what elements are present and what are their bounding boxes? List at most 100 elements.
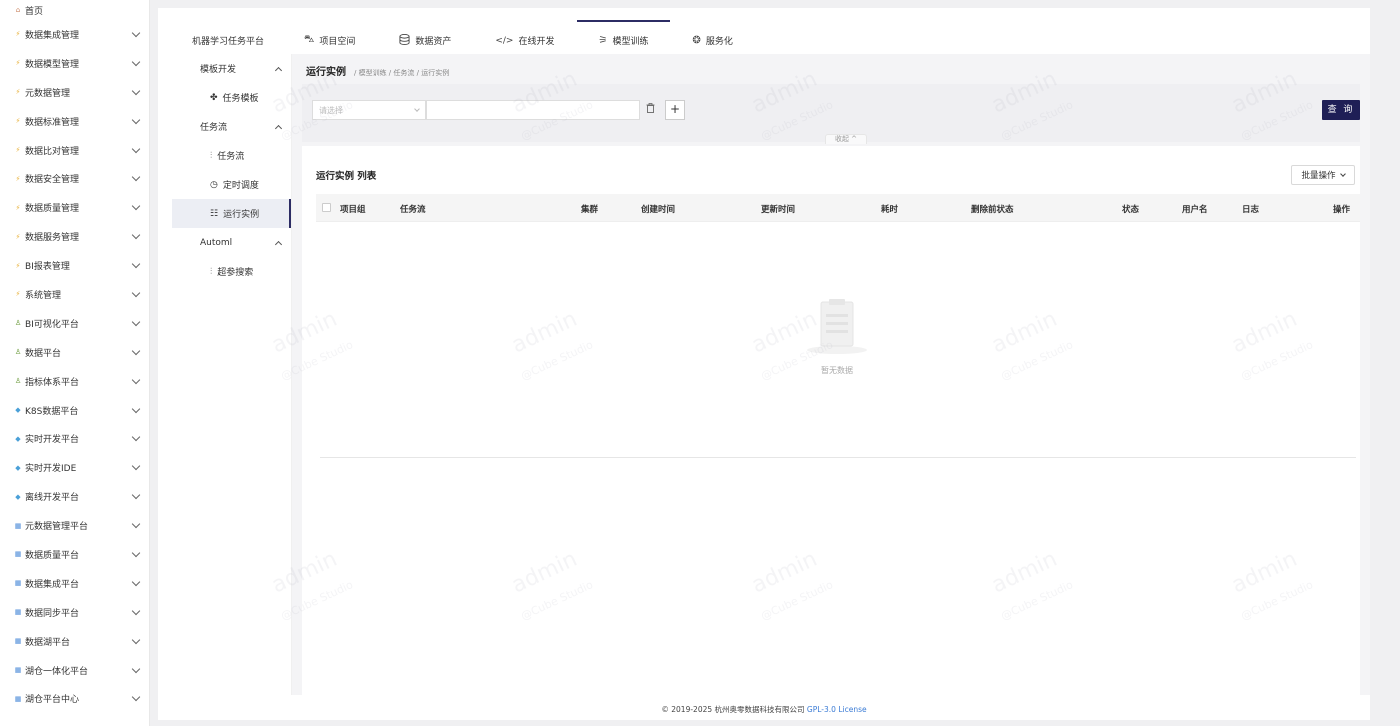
add-filter-button[interactable]: +: [665, 100, 685, 120]
chevron-down-icon[interactable]: [131, 577, 141, 587]
select-all-checkbox[interactable]: [322, 203, 331, 212]
sidebar-item-label: 湖仓平台中心: [25, 695, 80, 706]
sidebar-item[interactable]: ⚡ 数据集成管理: [0, 20, 149, 49]
chevron-down-icon[interactable]: [131, 115, 141, 124]
chevron-down-icon: [1339, 170, 1346, 177]
sidebar-item[interactable]: ♙ 数据平台: [0, 338, 149, 367]
submenu-item-hyperparam[interactable]: ⫶ 超参搜索: [172, 257, 291, 286]
chevron-down-icon[interactable]: [131, 144, 141, 153]
column-header[interactable]: 项目组: [340, 203, 366, 215]
column-header[interactable]: 任务流: [400, 203, 426, 215]
chevron-down-icon[interactable]: [131, 230, 141, 240]
chevron-down-icon[interactable]: [131, 288, 141, 298]
sidebar-item[interactable]: ▦ 数据湖平台: [0, 627, 149, 656]
chevron-down-icon[interactable]: [131, 57, 141, 67]
column-header[interactable]: 日志: [1242, 203, 1259, 215]
sidebar-item-content: ▦ 数据湖平台: [14, 635, 70, 648]
chevron-down-icon[interactable]: [131, 173, 141, 182]
bolt-icon: ⚡: [15, 88, 21, 97]
sidebar-item-content: ◆ 离线开发平台: [14, 490, 79, 504]
submenu-item-task-template[interactable]: ✤ 任务模板: [172, 83, 291, 112]
sidebar-item[interactable]: ⚡ 数据服务管理: [0, 222, 149, 251]
sidebar-item[interactable]: ⚡ 数据比对管理: [0, 136, 149, 165]
chevron-down-icon[interactable]: [131, 693, 141, 702]
submenu-item-workflow[interactable]: ⫶ 任务流: [172, 141, 291, 170]
submenu-group-workflow[interactable]: 任务流: [172, 112, 291, 141]
platform-title[interactable]: 机器学习任务平台: [172, 34, 282, 47]
home-icon: ⌂: [15, 6, 21, 14]
sidebar-item-content: ⚡ 数据标准管理: [14, 115, 79, 128]
grid-icon: ▦: [14, 608, 22, 617]
trash-icon[interactable]: [646, 103, 655, 116]
chevron-down-icon[interactable]: [131, 346, 141, 355]
chevron-down-icon[interactable]: [131, 404, 141, 413]
chevron-down-icon[interactable]: [131, 317, 141, 327]
column-header[interactable]: 状态: [1122, 203, 1139, 215]
chevron-down-icon[interactable]: [131, 86, 141, 95]
sidebar-item[interactable]: ♙ BI可视化平台: [0, 309, 149, 338]
license-link[interactable]: GPL-3.0 License: [807, 705, 867, 714]
submenu-item-run-instance[interactable]: ☷ 运行实例: [172, 199, 291, 228]
filter-input[interactable]: [426, 100, 640, 120]
column-header[interactable]: 用户名: [1182, 203, 1208, 215]
divider: [320, 457, 1356, 458]
chevron-down-icon[interactable]: [131, 259, 141, 269]
sidebar-item[interactable]: ▦ 元数据管理平台: [0, 511, 149, 540]
filter-select[interactable]: 请选择: [312, 100, 426, 120]
column-header[interactable]: 集群: [581, 203, 598, 215]
chevron-down-icon[interactable]: [131, 375, 141, 384]
column-header[interactable]: 操作: [1333, 203, 1350, 215]
sidebar-item[interactable]: ⚡ 元数据管理: [0, 78, 149, 107]
chevron-down-icon[interactable]: [131, 519, 141, 529]
sidebar-item[interactable]: ◆ K8S数据平台: [0, 396, 149, 425]
sidebar-item-label: 数据质量管理: [25, 204, 80, 215]
grid-icon: ▦: [14, 579, 22, 588]
collapse-toggle[interactable]: 收起 ^: [825, 134, 867, 144]
sidebar-item-content: ⚡ 数据质量管理: [14, 201, 80, 215]
batch-operation-button[interactable]: 批量操作: [1291, 165, 1355, 185]
submenu-group-automl[interactable]: Automl: [172, 228, 291, 257]
sidebar-item-label: 实时开发IDE: [25, 464, 77, 475]
sidebar-item[interactable]: ▦ 数据集成平台: [0, 569, 149, 598]
column-header[interactable]: 创建时间: [641, 203, 675, 215]
chevron-down-icon[interactable]: [131, 462, 141, 471]
chevron-down-icon[interactable]: [131, 548, 141, 558]
sidebar-item[interactable]: ⚡ 数据质量管理: [0, 193, 149, 222]
column-header[interactable]: 更新时间: [761, 203, 795, 215]
sidebar-item[interactable]: ◆ 离线开发平台: [0, 482, 149, 511]
chevron-down-icon[interactable]: [131, 490, 141, 500]
sidebar-item[interactable]: ♙ 指标体系平台: [0, 367, 149, 396]
sidebar-item[interactable]: ▦ 数据质量平台: [0, 540, 149, 569]
submenu-item-label: 超参搜索: [217, 268, 254, 278]
sidebar-item[interactable]: ◆ 实时开发平台: [0, 424, 149, 453]
chevron-down-icon[interactable]: [131, 664, 141, 673]
sidebar-item[interactable]: ◆ 实时开发IDE: [0, 453, 149, 482]
breadcrumb: / 模型训练 / 任务流 / 运行实例: [354, 69, 450, 77]
submenu-group-template[interactable]: 模板开发: [172, 54, 291, 83]
chevron-down-icon[interactable]: [131, 606, 141, 615]
column-header[interactable]: 删除前状态: [971, 203, 1014, 215]
sidebar-item[interactable]: ▦ 湖仓一体化平台: [0, 656, 149, 685]
sidebar-item[interactable]: ▦ 数据同步平台: [0, 598, 149, 627]
query-button[interactable]: 查 询: [1322, 100, 1360, 120]
chevron-down-icon[interactable]: [131, 28, 141, 38]
person-icon: ♙: [14, 319, 22, 328]
sidebar-item[interactable]: ▦ 湖仓平台中心: [0, 684, 149, 713]
sidebar-item-content: ▦ 数据同步平台: [14, 606, 79, 619]
column-header[interactable]: 耗时: [881, 203, 898, 215]
chevron-down-icon[interactable]: [131, 202, 141, 211]
sidebar-item-home[interactable]: ⌂ 首页: [0, 0, 149, 20]
sidebar-item-label: 元数据管理: [25, 88, 71, 99]
chevron-down-icon[interactable]: [131, 433, 141, 442]
sidebar-item[interactable]: ⚡ BI报表管理: [0, 251, 149, 280]
tab-label: 项目空间: [319, 37, 356, 47]
model-icon: ⚞: [598, 35, 608, 46]
submenu-item-schedule[interactable]: ◷ 定时调度: [172, 170, 291, 199]
sidebar-item[interactable]: ⚡ 系统管理: [0, 280, 149, 309]
sidebar-item[interactable]: ⚡ 数据模型管理: [0, 49, 149, 78]
chevron-down-icon[interactable]: [131, 635, 141, 644]
sidebar-item[interactable]: ⚡ 数据安全管理: [0, 164, 149, 193]
sidebar-item-label: 实时开发平台: [25, 435, 80, 446]
sidebar-item[interactable]: ⚡ 数据标准管理: [0, 107, 149, 136]
sidebar-item-content: ◆ 实时开发IDE: [14, 461, 77, 475]
